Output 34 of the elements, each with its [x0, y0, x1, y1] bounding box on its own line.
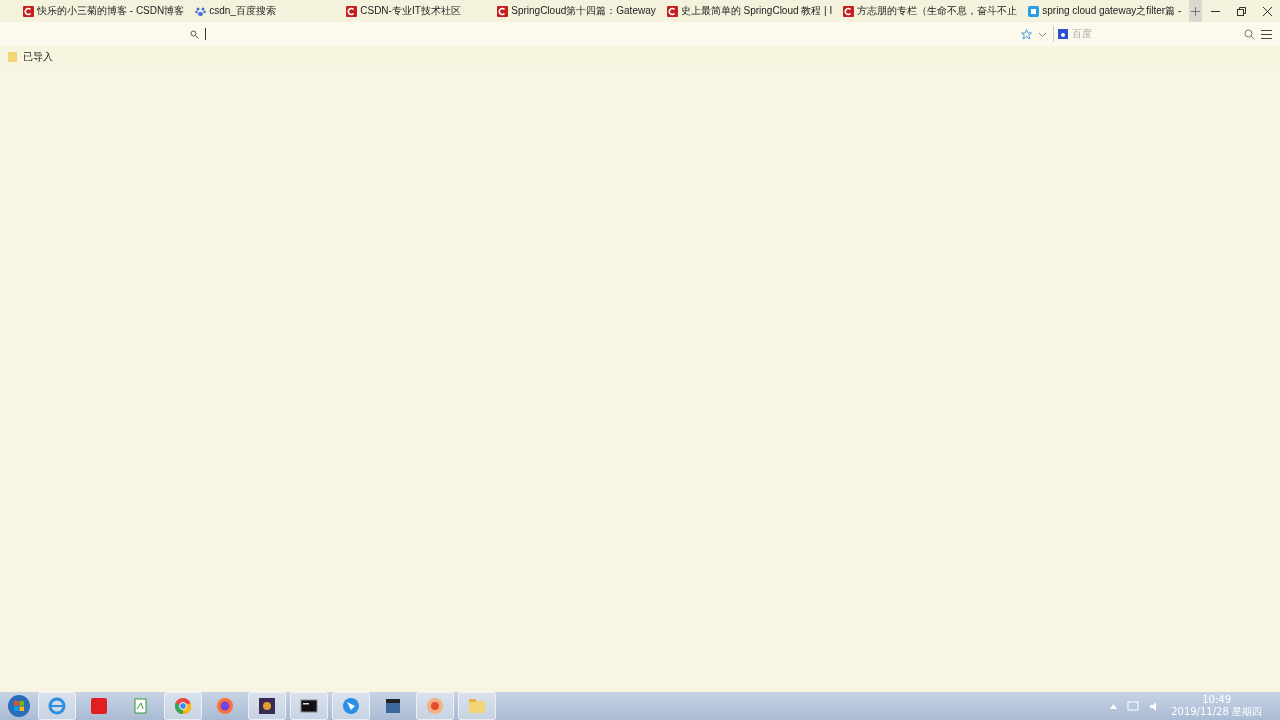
browser-tab[interactable]: spring cloud gateway之filter篇 - [1025, 0, 1190, 22]
firefox-icon[interactable] [216, 697, 234, 715]
menu-icon[interactable] [1261, 28, 1272, 40]
chrome-icon[interactable] [174, 697, 192, 715]
notepad-icon[interactable] [132, 697, 150, 715]
page-icon [1028, 5, 1040, 17]
close-icon [1262, 6, 1272, 16]
browser-tab[interactable]: 史上最简单的 SpringCloud 教程 | I [663, 0, 841, 22]
console-icon[interactable] [300, 697, 318, 715]
taskbar-app[interactable] [248, 692, 286, 720]
c-logo-icon [666, 5, 678, 17]
browser-tab[interactable]: SpringCloud第十四篇：Gateway [494, 0, 664, 22]
taskbar-app[interactable] [290, 692, 328, 720]
bookmark-folder[interactable]: 已导入 [8, 50, 53, 64]
star-icon[interactable] [1021, 28, 1032, 40]
browser-tab[interactable]: 快乐的小三菊的博客 - CSDN博客 [20, 0, 193, 22]
text-cursor [205, 28, 206, 40]
windows-logo-icon [7, 694, 31, 718]
clapper-icon[interactable] [384, 697, 402, 715]
new-tab-button[interactable] [1189, 0, 1202, 22]
c-logo-icon [23, 5, 34, 17]
browser-tab[interactable]: CSDN-专业IT技术社区 [343, 0, 495, 22]
restore-icon [1236, 6, 1246, 16]
c-logo-icon [346, 5, 358, 17]
paper-plane-icon[interactable] [342, 697, 360, 715]
search-icon [190, 29, 199, 39]
browser-tab[interactable]: 方志朋的专栏（生命不息，奋斗不止 [840, 0, 1026, 22]
caret-up-icon[interactable] [1110, 703, 1118, 709]
c-logo-icon [497, 5, 509, 17]
browser-tab[interactable]: csdn_百度搜索 [192, 0, 344, 22]
plus-icon [1191, 6, 1201, 16]
folder-icon [8, 52, 17, 62]
c-logo-icon [843, 5, 855, 17]
search-icon[interactable] [1244, 28, 1255, 40]
